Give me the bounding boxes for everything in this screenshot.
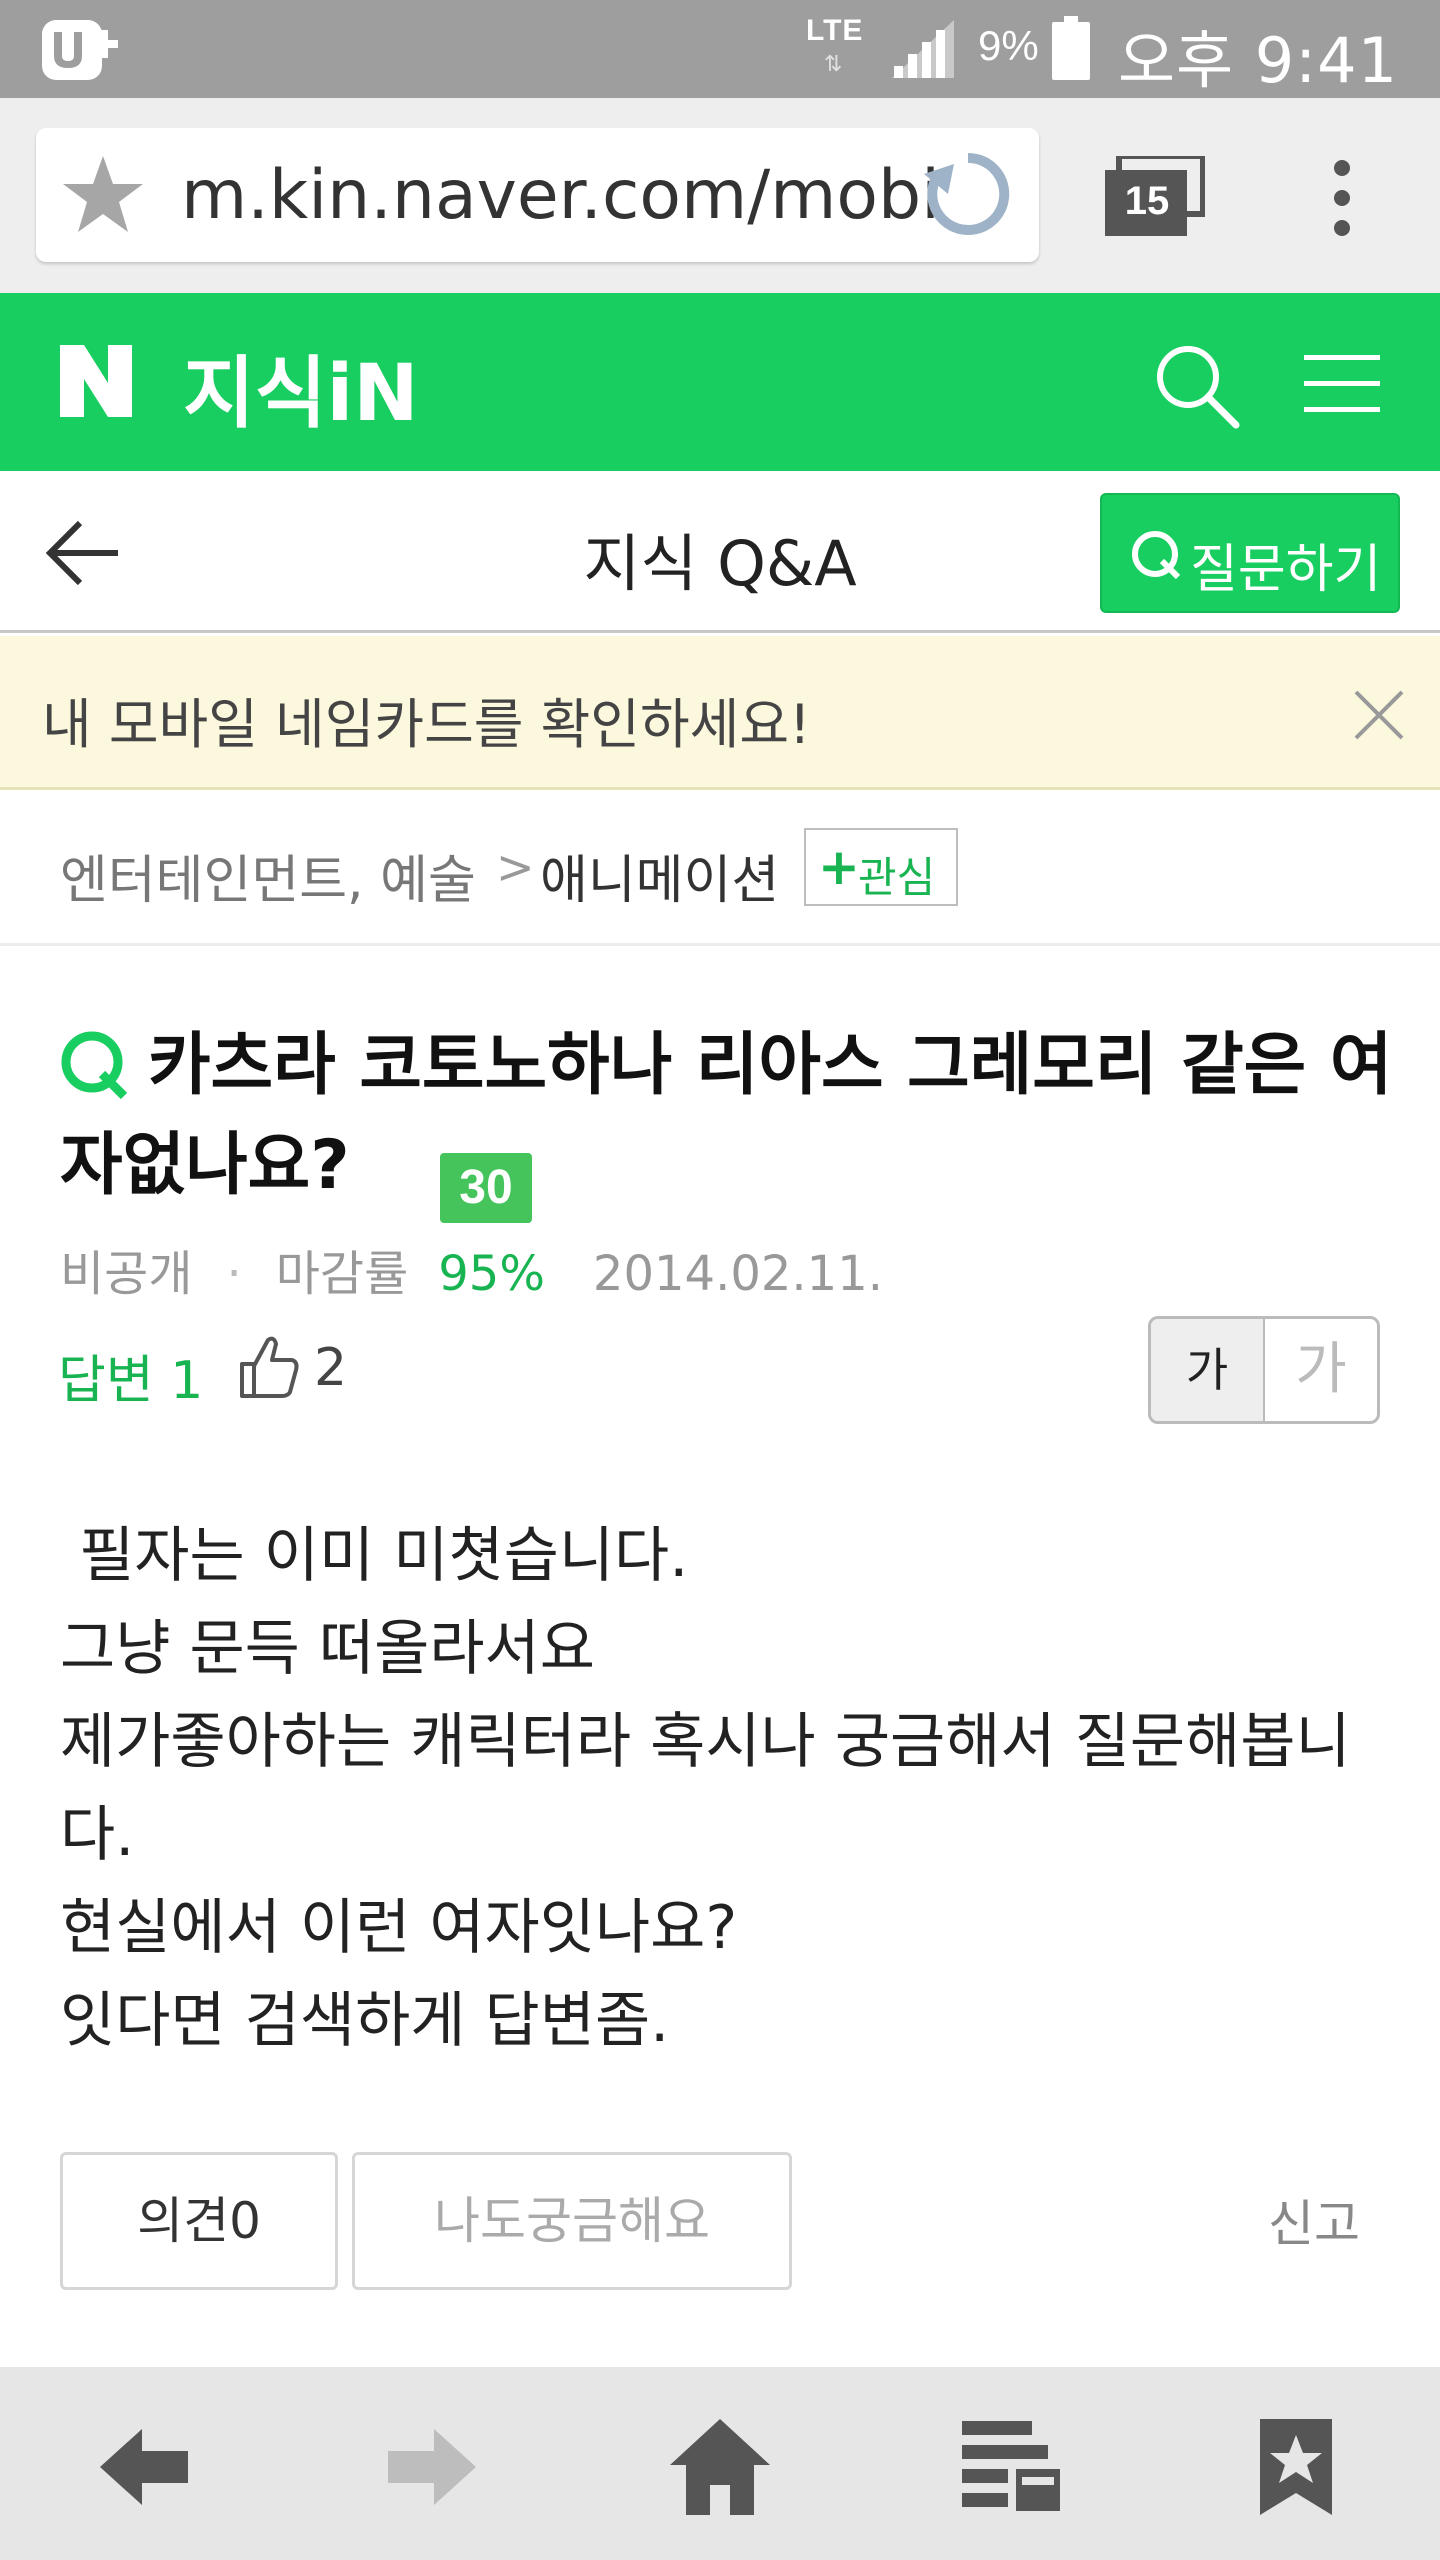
- signal-icon: [892, 20, 954, 78]
- comment-button[interactable]: 의견0: [60, 2152, 338, 2290]
- question-body: 필자는 이미 미쳣습니다. 그냥 문득 떠올라서요 제가좋아하는 캐릭터라 혹시…: [60, 1521, 1351, 2056]
- overflow-menu-icon[interactable]: [1320, 156, 1364, 240]
- browser-bottom-nav: [0, 2367, 1440, 2560]
- banner-text[interactable]: 내 모바일 네임카드를 확인하세요!: [42, 680, 811, 759]
- reading-list-icon[interactable]: [960, 2415, 1062, 2519]
- font-size-small-button[interactable]: 가: [1151, 1319, 1265, 1421]
- battery-icon: [1052, 16, 1090, 80]
- answer-count[interactable]: 답변 1: [58, 1338, 203, 1413]
- namecard-banner[interactable]: 내 모바일 네임카드를 확인하세요!: [0, 636, 1440, 790]
- naver-logo-icon[interactable]: [58, 343, 134, 419]
- breadcrumb-current-category[interactable]: 애니메이션: [540, 838, 779, 913]
- search-icon[interactable]: [1152, 341, 1240, 429]
- close-rate-value: 95%: [438, 1246, 545, 1302]
- font-size-toggle[interactable]: 가 가: [1148, 1316, 1380, 1424]
- question-meta: 비공개 · 마감률 95% 2014.02.11.: [60, 1234, 883, 1304]
- author: 비공개: [60, 1246, 193, 1302]
- font-size-large-button[interactable]: 가: [1265, 1319, 1377, 1421]
- breadcrumb-separator: >: [496, 840, 535, 894]
- battery-percent: 9%: [978, 22, 1039, 69]
- site-header: 지식iN: [0, 293, 1440, 471]
- tab-count: 15: [1124, 179, 1170, 223]
- sub-header: 지식 Q&A 질문하기: [0, 471, 1440, 633]
- bookmark-star-icon[interactable]: [60, 152, 146, 238]
- url-text[interactable]: m.kin.naver.com/mobile/qna/detail.nhn: [181, 156, 941, 235]
- points-badge: 30: [440, 1153, 532, 1223]
- hamburger-menu-icon[interactable]: [1302, 351, 1382, 415]
- status-bar: LTE ⇅ 9% 오후 9:41: [0, 0, 1440, 98]
- me-too-curious-button[interactable]: 나도궁금해요: [352, 2152, 792, 2290]
- question-title: 카츠라 코토노하나 리아스 그레모리 같은 여자없나요?: [60, 1026, 1393, 1205]
- address-bar[interactable]: m.kin.naver.com/mobile/qna/detail.nhn: [36, 128, 1039, 262]
- back-icon[interactable]: [96, 2415, 192, 2519]
- clock: 오후 9:41: [1118, 24, 1399, 97]
- breadcrumb: 엔터테인먼트, 예술 > 애니메이션 + 관심: [0, 790, 1440, 946]
- browser-toolbar: m.kin.naver.com/mobile/qna/detail.nhn 15: [0, 98, 1440, 293]
- home-icon[interactable]: [666, 2415, 774, 2519]
- close-icon[interactable]: [1352, 688, 1406, 742]
- follow-category-button[interactable]: + 관심: [804, 828, 958, 906]
- carrier-logo-icon: [42, 20, 118, 80]
- thumbs-up-icon[interactable]: [238, 1334, 300, 1400]
- bookmarks-icon[interactable]: [1256, 2415, 1336, 2519]
- breadcrumb-parent-category[interactable]: 엔터테인먼트, 예술: [60, 838, 476, 913]
- report-link[interactable]: 신고: [1268, 2184, 1360, 2256]
- network-type: LTE: [806, 14, 864, 47]
- forward-icon[interactable]: [384, 2415, 480, 2519]
- q-icon: [1132, 531, 1181, 580]
- follow-label: 관심: [858, 853, 936, 902]
- plus-icon: +: [818, 838, 860, 896]
- service-name[interactable]: 지식iN: [183, 331, 419, 443]
- meta-separator: ·: [226, 1246, 242, 1302]
- like-count: 2: [314, 1338, 348, 1398]
- data-activity-icon: ⇅: [824, 52, 843, 77]
- close-rate-label: 마감률: [275, 1246, 409, 1302]
- reload-icon[interactable]: [918, 144, 1018, 244]
- question-date: 2014.02.11.: [592, 1246, 884, 1302]
- ask-question-label: 질문하기: [1190, 540, 1382, 600]
- ask-question-button[interactable]: 질문하기: [1100, 493, 1400, 613]
